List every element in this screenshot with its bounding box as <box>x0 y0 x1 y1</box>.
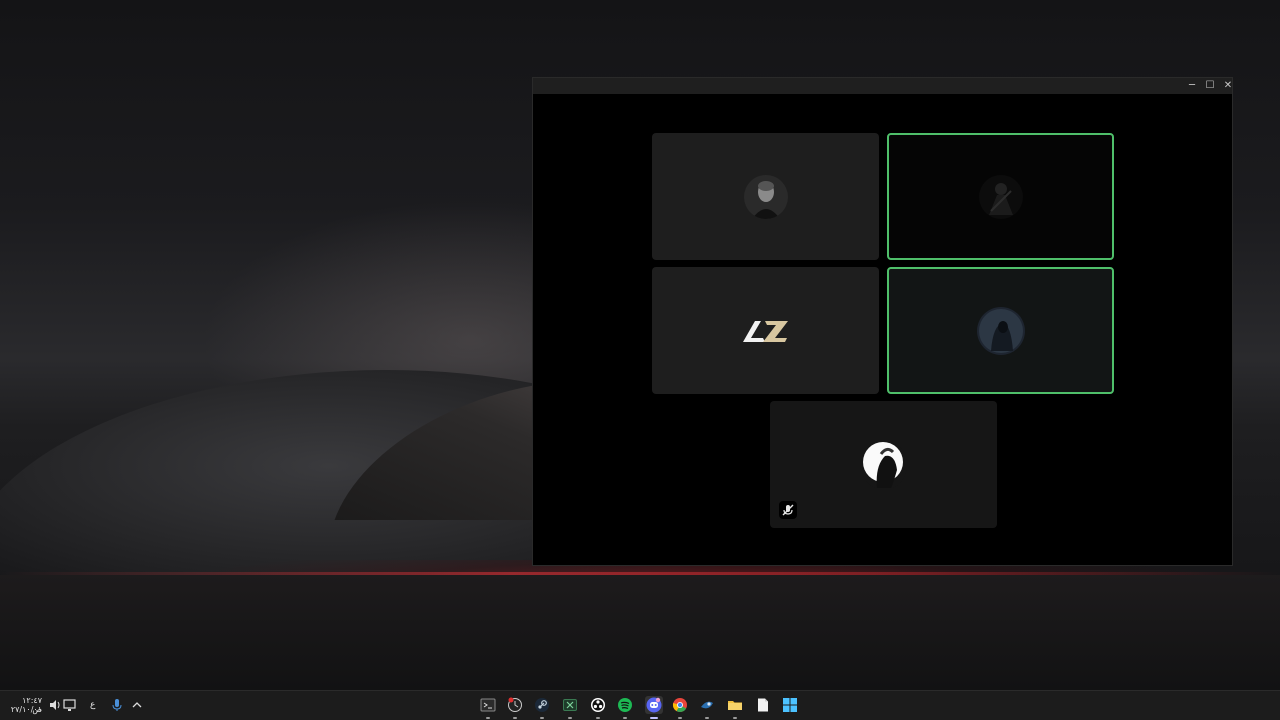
hooded-figure-avatar <box>976 306 1025 355</box>
steam-icon[interactable] <box>534 697 550 713</box>
running-indicator <box>596 717 600 719</box>
chevron-up-icon[interactable] <box>129 697 145 713</box>
participant-tile-speaking[interactable] <box>887 133 1114 260</box>
discord-icon[interactable] <box>645 696 663 714</box>
running-indicator <box>513 717 517 719</box>
man-portrait-avatar <box>743 174 788 219</box>
call-window: ─ ☐ ✕ <box>532 77 1233 566</box>
participant-tile-speaking[interactable] <box>887 267 1114 394</box>
az-logo-avatar <box>741 318 791 344</box>
network-icon[interactable] <box>62 697 78 713</box>
running-indicator <box>705 717 709 719</box>
start-icon[interactable] <box>782 697 798 713</box>
spotify-icon[interactable] <box>617 697 633 713</box>
running-indicator <box>678 717 682 719</box>
running-indicator <box>623 717 627 719</box>
file-explorer-icon[interactable] <box>727 697 743 713</box>
language-indicator[interactable]: ع <box>90 701 95 710</box>
minimize-button[interactable]: ─ <box>1183 78 1201 94</box>
participant-tile[interactable] <box>652 133 879 260</box>
muted-mic-icon <box>779 501 797 519</box>
speaker-icon[interactable] <box>47 697 63 713</box>
helmet-portrait-avatar <box>860 439 907 490</box>
microphone-icon[interactable] <box>109 697 125 713</box>
notepad-icon[interactable] <box>755 697 771 713</box>
running-indicator <box>733 717 737 719</box>
clock-date[interactable]: ٢٧/١٠/٠١ <box>10 705 42 714</box>
window-titlebar[interactable]: ─ ☐ ✕ <box>533 78 1232 94</box>
close-button[interactable]: ✕ <box>1219 78 1237 94</box>
running-indicator <box>486 717 490 719</box>
wallpaper-ground <box>0 575 1280 690</box>
obs-icon[interactable] <box>590 697 606 713</box>
dark-figure-avatar <box>978 174 1023 219</box>
taskbar: ١٢:٤٧ ص ٢٧/١٠/٠١ ع <box>0 690 1280 720</box>
clock-app-icon[interactable] <box>507 697 523 713</box>
participant-tile[interactable] <box>652 267 879 394</box>
chrome-icon[interactable] <box>672 697 688 713</box>
maximize-button[interactable]: ☐ <box>1201 78 1219 94</box>
running-indicator <box>540 717 544 719</box>
participant-tile[interactable] <box>770 401 997 528</box>
active-indicator <box>650 717 658 719</box>
steam-alt-icon[interactable] <box>699 697 715 713</box>
running-indicator <box>568 717 572 719</box>
excel-icon[interactable] <box>562 697 578 713</box>
terminal-icon[interactable] <box>480 697 496 713</box>
